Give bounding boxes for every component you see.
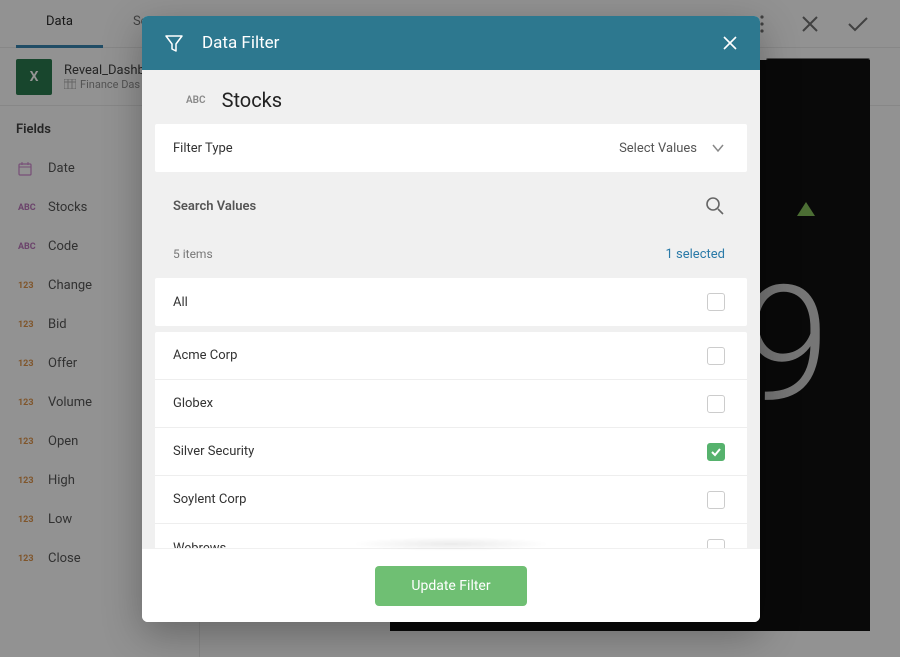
modal-title: Data Filter: [202, 33, 704, 53]
value-item[interactable]: Acme Corp: [155, 332, 747, 380]
modal-body: ABC Stocks Filter Type Select Values Sea…: [142, 70, 760, 548]
modal-header: Data Filter: [142, 16, 760, 70]
count-row: 5 items 1 selected: [155, 230, 747, 278]
value-item[interactable]: Globex: [155, 380, 747, 428]
field-type-badge: ABC: [186, 95, 206, 106]
field-name: Stocks: [222, 88, 283, 112]
search-icon[interactable]: [705, 196, 725, 216]
value-item-all[interactable]: All: [155, 278, 747, 326]
filter-icon: [164, 33, 184, 53]
filter-type-value: Select Values: [619, 141, 697, 156]
item-count: 5 items: [173, 247, 213, 261]
search-label: Search Values: [173, 199, 705, 214]
checkbox[interactable]: [707, 539, 725, 548]
close-icon[interactable]: [722, 35, 738, 51]
chevron-down-icon: [711, 143, 725, 153]
checkbox[interactable]: [707, 395, 725, 413]
filter-type-label: Filter Type: [173, 141, 619, 156]
update-filter-button[interactable]: Update Filter: [375, 566, 526, 606]
value-item[interactable]: Silver Security: [155, 428, 747, 476]
search-row: Search Values: [155, 182, 747, 230]
selected-count[interactable]: 1 selected: [666, 247, 725, 262]
checkbox[interactable]: [707, 347, 725, 365]
value-label: Globex: [173, 396, 707, 411]
checkbox[interactable]: [707, 491, 725, 509]
filter-type-row[interactable]: Filter Type Select Values: [155, 124, 747, 172]
value-label: Acme Corp: [173, 348, 707, 363]
data-filter-modal: Data Filter ABC Stocks Filter Type Selec…: [142, 16, 760, 622]
modal-footer: Update Filter: [142, 548, 760, 622]
value-label: Soylent Corp: [173, 492, 707, 507]
checkbox[interactable]: [707, 443, 725, 461]
value-label: All: [173, 295, 707, 310]
checkbox[interactable]: [707, 293, 725, 311]
value-label: Silver Security: [173, 444, 707, 459]
value-item[interactable]: Soylent Corp: [155, 476, 747, 524]
